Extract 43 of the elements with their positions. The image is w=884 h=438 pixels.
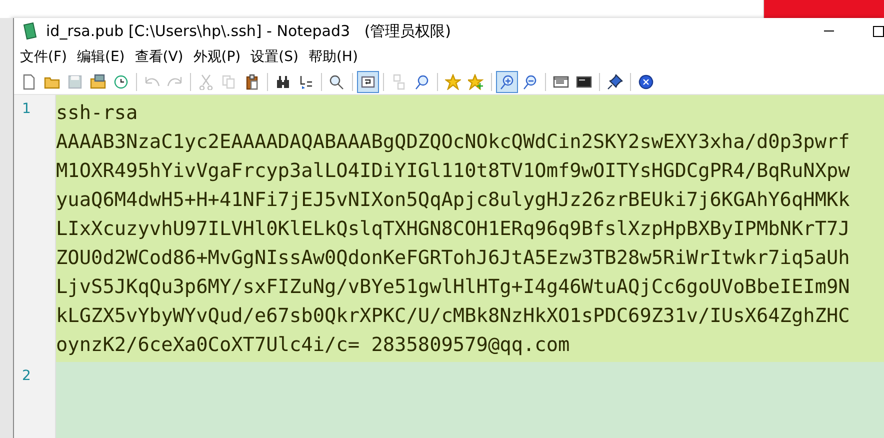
line-number: 1 xyxy=(21,100,32,117)
zoom-in-button[interactable] xyxy=(496,71,518,93)
code-line: yuaQ6M4dwH5+H+41NFi7jEJ5vNIXon5QqApjc8ulygHJz26zrBEUki7j6KGAhY6qHMKk xyxy=(56,187,850,213)
star-plus-icon xyxy=(468,74,484,90)
pin-icon xyxy=(607,74,623,90)
menu-item[interactable]: 帮助(H) xyxy=(308,48,358,66)
window-title: id_rsa.pub [C:\Users\hp\.ssh] - Notepad3 (管理员权限) xyxy=(46,22,452,40)
menu-item[interactable]: 设置(S) xyxy=(250,48,298,66)
save-icon xyxy=(67,74,83,90)
star-button[interactable] xyxy=(442,71,464,93)
clock-icon xyxy=(113,74,129,90)
zoom-in-icon xyxy=(499,74,515,90)
word-wrap-button[interactable] xyxy=(357,71,379,93)
word-wrap-icon xyxy=(360,74,376,90)
binoculars-icon xyxy=(275,74,291,90)
notepad-icon xyxy=(22,22,38,40)
code-line: LIxXcuzyvhU97ILVHl0KlELkQslqTXHGN8COH1ERq96q9BfslXzpHpBXByIPMbNKrT7J xyxy=(56,216,850,242)
code-line: kLGZX5vYbyWYvQud/e67sb0QkrXPKC/U/cMBk8NzHkXO1sPDC69Z31v/IUsX64ZghZHC xyxy=(56,303,850,329)
close-icon xyxy=(638,74,654,90)
menu-item[interactable]: 编辑(E) xyxy=(76,48,125,66)
replace-icon xyxy=(298,74,314,90)
copy-icon xyxy=(221,74,237,90)
terminal-icon xyxy=(576,74,592,90)
line-number: 2 xyxy=(21,367,32,384)
code-line: oynzK2/6ceXa0CoXT7Ulc4i/c= 2835809579@qq.com xyxy=(56,332,570,358)
maximize-icon xyxy=(872,25,884,37)
save-all-icon xyxy=(90,74,106,90)
menu-item[interactable]: 查看(V) xyxy=(134,48,184,66)
code-line: AAAAB3NzaC1yc2EAAAADAQABAAABgQDZQOcNOkcQWdCin2SKY2swEXY3xha/d0p3pwrf xyxy=(56,129,850,155)
zoom-out-icon xyxy=(522,74,538,90)
window-icon xyxy=(553,74,569,90)
search-icon xyxy=(329,74,345,90)
menu-item[interactable]: 文件(F) xyxy=(20,48,67,66)
search-icon xyxy=(414,74,430,90)
code-line: ssh-rsa xyxy=(56,100,138,126)
code-line: LjvS5JKqQu3p6MY/sxFIZuNg/vBYe51gwlHlHTg+I4g46WtuAQjCc6goUVoBbeIEIm9N xyxy=(56,274,850,300)
clipboard-icon xyxy=(244,74,260,90)
code-line: M1OXR495hYivVgaFrcyp3alLO4IDiYIGl110t8TV1Omf9wOITYsHGDCgPR4/BqRuNXpw xyxy=(56,158,850,184)
code-line: ZOU0d2WCod86+MvGgNIssAw0QdonKeFGRTohJ6JtA5Ezw3TB28w5RiWrItwkr7iq5aUh xyxy=(56,245,850,271)
menu-item[interactable]: 外观(P) xyxy=(193,48,241,66)
star-icon xyxy=(445,74,461,90)
scissors-icon xyxy=(198,74,214,90)
new-file-icon xyxy=(21,74,37,90)
